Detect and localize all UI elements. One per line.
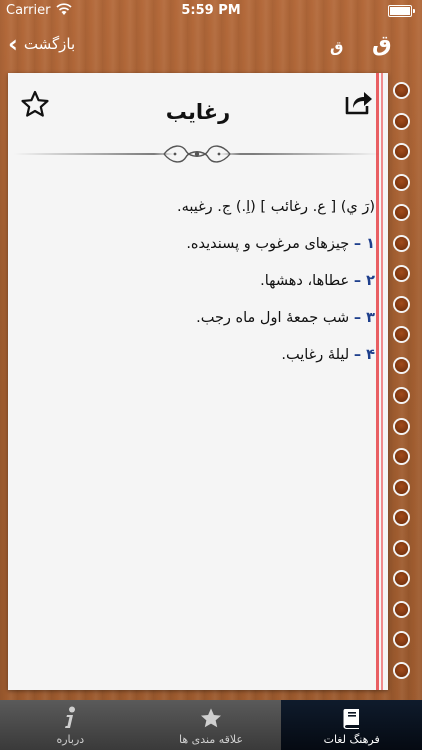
definition-text: لیلهٔ رغایب. <box>281 347 350 363</box>
definition-line: ۴ – لیلهٔ رغایب. <box>30 344 375 366</box>
definition-number: ۲ – <box>353 273 375 289</box>
binder-ring <box>395 511 408 524</box>
binder-ring <box>395 541 408 555</box>
tab-dictionary[interactable]: فرهنگ لغات <box>281 700 422 750</box>
paper-margin-line-light <box>381 73 383 690</box>
binder-ring <box>395 480 408 494</box>
font-size-decrease-button[interactable]: ق <box>330 38 343 56</box>
binder-ring <box>395 450 408 463</box>
binder-ring <box>395 236 408 250</box>
back-label: بازگشت <box>23 35 76 53</box>
definition-line: ۳ – شب جمعهٔ اول ماه رجب. <box>30 307 375 329</box>
binder-ring <box>395 145 408 158</box>
tab-label: علاقه مندی ها <box>178 733 244 746</box>
binder-ring <box>395 358 408 372</box>
book-icon <box>343 709 359 729</box>
binder-ring <box>395 175 408 189</box>
definition-line: (رَ ي) [ ع. رغائب ] (اِ.) ج. رغيبه. <box>30 196 375 218</box>
binder-ring <box>395 297 408 311</box>
tab-label: فرهنگ لغات <box>323 733 380 746</box>
definition-text: (رَ ي) [ ع. رغائب ] (اِ.) ج. رغيبه. <box>176 199 375 215</box>
star-icon <box>201 708 221 728</box>
status-time: 5:59 PM <box>181 3 241 18</box>
definition-text: عطاها، دهشها. <box>260 273 350 289</box>
status-bar: Carrier 5:59 PM <box>0 0 422 22</box>
navigation-bar: ‹ بازگشت ق ق <box>0 22 422 68</box>
binder-ring <box>395 267 408 280</box>
font-size-increase-button[interactable]: ق <box>372 32 392 57</box>
tab-favorites[interactable]: علاقه مندی ها <box>140 700 282 750</box>
definition-number: ۴ – <box>353 347 375 363</box>
chevron-left-icon: ‹ <box>8 30 18 58</box>
binder-ring <box>395 389 408 402</box>
back-button[interactable]: ‹ بازگشت <box>8 32 75 56</box>
binder-ring <box>395 328 408 341</box>
battery-icon <box>388 5 415 17</box>
entry-title: رغایب <box>165 100 231 124</box>
binder-ring <box>395 602 408 616</box>
tab-label: درباره <box>56 733 85 746</box>
binder-ring <box>395 84 408 97</box>
binder-ring <box>395 663 408 677</box>
info-icon <box>65 706 76 728</box>
definition-number: ۱ – <box>353 236 375 252</box>
tab-about[interactable]: درباره <box>0 700 141 750</box>
ornament-divider <box>14 145 380 163</box>
entry-definition: (رَ ي) [ ع. رغائب ] (اِ.) ج. رغيبه. ۱ – … <box>30 196 375 381</box>
tab-bar: درباره علاقه مندی ها فرهنگ لغات <box>0 700 422 750</box>
definition-number: ۳ – <box>353 310 375 326</box>
definition-line: ۱ – چیزهای مرغوب و پسندیده. <box>30 233 375 255</box>
binder-ring <box>395 572 408 585</box>
definition-text: چیزهای مرغوب و پسندیده. <box>186 236 350 252</box>
binder-ring <box>395 419 408 433</box>
definition-line: ۲ – عطاها، دهشها. <box>30 270 375 292</box>
definition-text: شب جمعهٔ اول ماه رجب. <box>196 310 350 326</box>
binder-ring <box>395 633 408 646</box>
binder-ring <box>395 114 408 128</box>
binder-ring <box>395 206 408 219</box>
binder-rings <box>390 80 416 690</box>
